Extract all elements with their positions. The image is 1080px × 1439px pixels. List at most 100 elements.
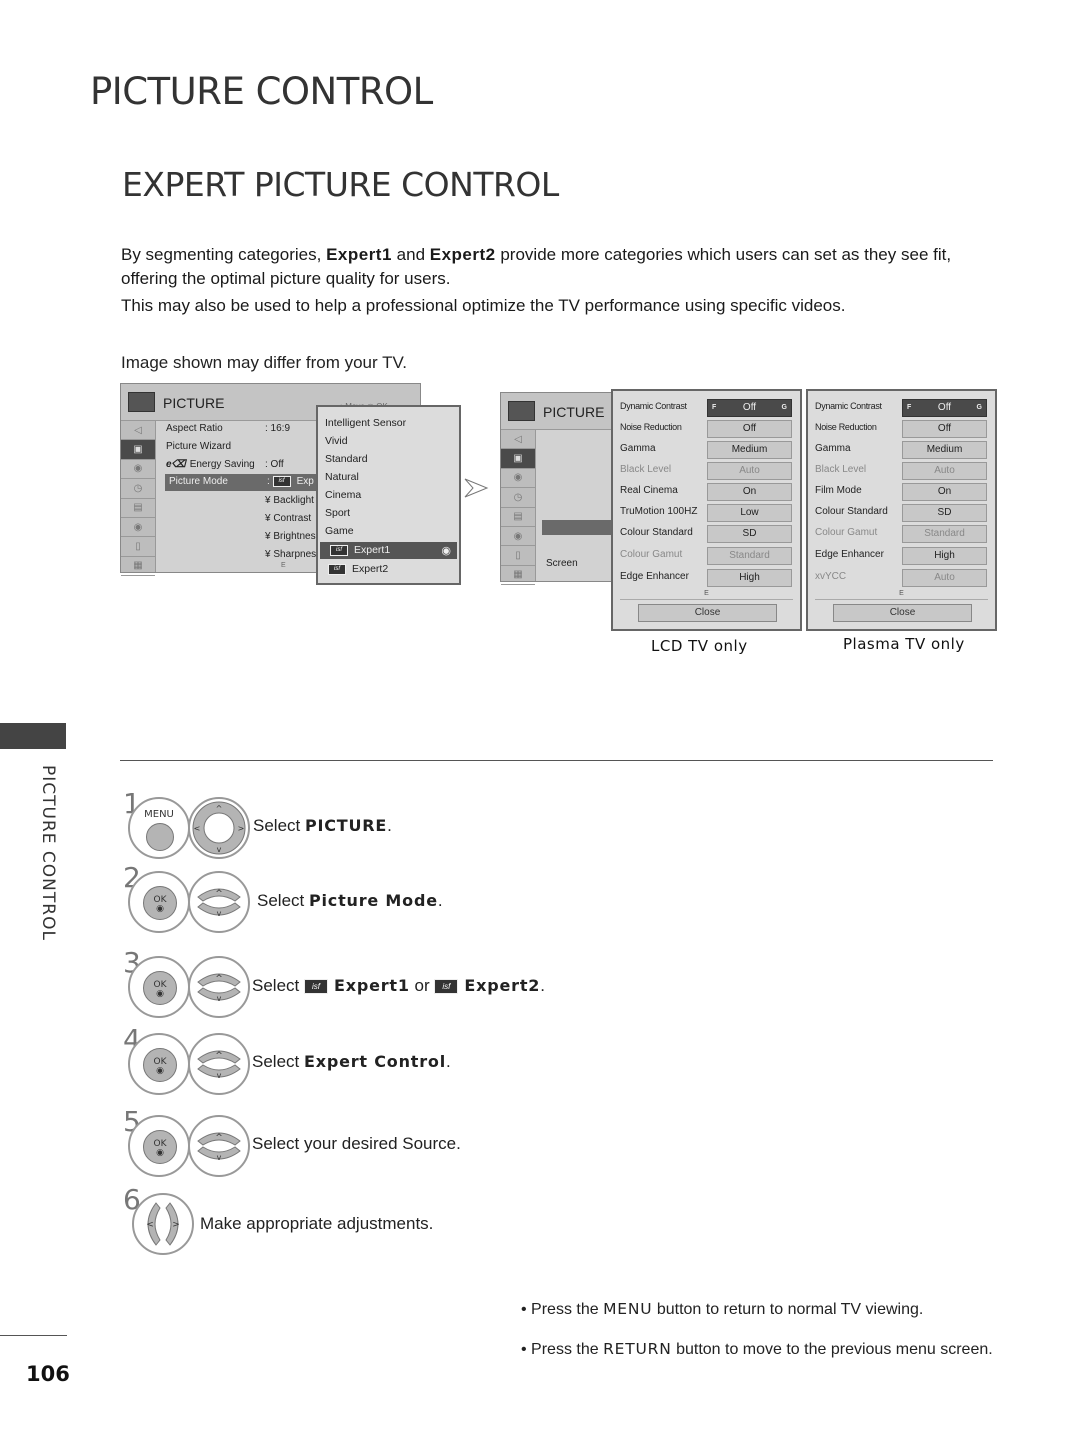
left-arrow-icon[interactable]: F [907, 400, 911, 416]
setting-value[interactable]: Standard [902, 525, 987, 543]
right-arrow-icon[interactable]: G [782, 400, 787, 416]
intro-paragraph-1: By segmenting categories, Expert1 and Ex… [121, 243, 1001, 291]
setting-value[interactable]: Standard [707, 547, 792, 565]
setting-row[interactable]: Colour Standard SD [815, 504, 990, 522]
sub-item-sharpness[interactable]: ¥ Sharpness [265, 549, 321, 560]
setting-row[interactable]: TruMotion 100HZ Low [620, 504, 795, 522]
selected-row-highlight [542, 520, 614, 535]
sub-item-contrast[interactable]: ¥ Contrast [265, 513, 311, 524]
clock-icon[interactable]: ◷ [121, 479, 155, 499]
ok-button[interactable]: OK ◉ [128, 1033, 190, 1095]
left-arrow-icon[interactable]: F [712, 400, 716, 416]
setting-value[interactable]: High [902, 547, 987, 565]
navigation-pad[interactable]: ^ v < > [188, 797, 250, 859]
movie-icon[interactable]: ▦ [501, 566, 535, 586]
up-down-buttons[interactable]: ^ v [188, 1115, 250, 1177]
setting-value[interactable]: Off [707, 420, 792, 438]
movie-icon[interactable]: ▦ [121, 557, 155, 577]
setting-row[interactable]: Noise Reduction Off [815, 420, 990, 438]
usb-icon[interactable]: ▯ [121, 537, 155, 557]
menu-item-aspect-ratio[interactable]: Aspect Ratio [166, 423, 223, 434]
picture-icon[interactable]: ▣ [501, 449, 535, 469]
setting-value[interactable]: SD [707, 525, 792, 543]
setting-row[interactable]: xvYCC Auto [815, 569, 990, 587]
button-label: MENU [144, 809, 174, 820]
ok-button[interactable]: OK ◉ [128, 871, 190, 933]
isf-badge-icon: isf [330, 544, 348, 556]
setting-row[interactable]: Real Cinema On [620, 483, 795, 501]
svg-text:v: v [217, 845, 222, 854]
menu-item-energy-saving[interactable]: e⌫ Energy Saving [166, 459, 255, 470]
svg-text:v: v [217, 909, 222, 918]
setting-value[interactable]: Off [902, 420, 987, 438]
option-expert1-selected[interactable]: isf Expert1 ◉ [320, 542, 457, 559]
setting-value-text: Off [742, 402, 757, 413]
option-cinema[interactable]: Cinema [325, 489, 361, 501]
up-down-buttons[interactable]: ^ v [188, 1033, 250, 1095]
option-natural[interactable]: Natural [325, 471, 359, 483]
option-icon[interactable]: ▤ [501, 508, 535, 527]
audio-icon[interactable]: ◉ [121, 460, 155, 480]
setting-value[interactable]: Medium [707, 441, 792, 459]
menu-item-picture-wizard[interactable]: Picture Wizard [166, 441, 231, 452]
setting-row[interactable]: Edge Enhancer High [620, 569, 795, 587]
option-intelligent-sensor[interactable]: Intelligent Sensor [325, 417, 406, 429]
step-text: Select [257, 891, 309, 910]
left-right-buttons[interactable]: < > [132, 1193, 194, 1255]
input-icon[interactable]: ◁ [121, 421, 155, 441]
close-button[interactable]: Close [638, 604, 777, 622]
button-face: OK ◉ [143, 971, 177, 1005]
setting-value[interactable]: On [902, 483, 987, 501]
right-arrow-icon[interactable]: G [977, 400, 982, 416]
ok-button[interactable]: OK ◉ [128, 1115, 190, 1177]
setting-row[interactable]: Colour Standard SD [620, 525, 795, 543]
usb-icon[interactable]: ▯ [501, 546, 535, 566]
setting-row[interactable]: Dynamic Contrast F Off G [815, 399, 990, 417]
sub-item-backlight[interactable]: ¥ Backlight [265, 495, 314, 506]
option-expert2[interactable]: isf Expert2 [328, 563, 388, 575]
setting-row[interactable]: Colour Gamut Standard [815, 525, 990, 543]
setting-row[interactable]: Noise Reduction Off [620, 420, 795, 438]
clock-icon[interactable]: ◷ [501, 488, 535, 508]
up-down-buttons[interactable]: ^ v [188, 956, 250, 1018]
setting-row[interactable]: Edge Enhancer High [815, 547, 990, 565]
input-icon[interactable]: ◁ [501, 430, 535, 450]
option-vivid[interactable]: Vivid [325, 435, 348, 447]
setting-label: Colour Gamut [815, 527, 878, 538]
option-sport[interactable]: Sport [325, 507, 350, 519]
svg-text:^: ^ [215, 974, 223, 984]
option-standard[interactable]: Standard [325, 453, 368, 465]
sub-item-brightness[interactable]: ¥ Brightness [265, 531, 321, 542]
audio-icon[interactable]: ◉ [501, 469, 535, 489]
setting-row[interactable]: Film Mode On [815, 483, 990, 501]
option-icon[interactable]: ▤ [121, 499, 155, 518]
setting-value[interactable]: F Off G [902, 399, 987, 417]
setting-value[interactable]: Low [707, 504, 792, 522]
picture-icon[interactable]: ▣ [121, 440, 155, 460]
setting-row[interactable]: Colour Gamut Standard [620, 547, 795, 565]
option-game[interactable]: Game [325, 525, 354, 537]
setting-value[interactable]: Auto [902, 569, 987, 587]
up-down-buttons[interactable]: ^ v [188, 871, 250, 933]
menu-item-picture-mode[interactable]: Picture Mode [169, 476, 228, 487]
setting-row[interactable]: Dynamic Contrast F Off G [620, 399, 795, 417]
svg-text:v: v [217, 1071, 222, 1080]
ok-button[interactable]: OK ◉ [128, 956, 190, 1018]
lock-icon[interactable]: ◉ [121, 518, 155, 538]
setting-value[interactable]: High [707, 569, 792, 587]
setting-row[interactable]: Black Level Auto [620, 462, 795, 480]
step-text: . [446, 1052, 451, 1071]
setting-value[interactable]: SD [902, 504, 987, 522]
menu-item-screen[interactable]: Screen [546, 558, 578, 569]
setting-value[interactable]: On [707, 483, 792, 501]
setting-row[interactable]: Black Level Auto [815, 462, 990, 480]
lock-icon[interactable]: ◉ [501, 527, 535, 547]
menu-button[interactable]: MENU [128, 797, 190, 859]
setting-value[interactable]: Auto [707, 462, 792, 480]
setting-row[interactable]: Gamma Medium [815, 441, 990, 459]
setting-value[interactable]: Auto [902, 462, 987, 480]
setting-value[interactable]: Medium [902, 441, 987, 459]
setting-value[interactable]: F Off G [707, 399, 792, 417]
close-button[interactable]: Close [833, 604, 972, 622]
setting-row[interactable]: Gamma Medium [620, 441, 795, 459]
